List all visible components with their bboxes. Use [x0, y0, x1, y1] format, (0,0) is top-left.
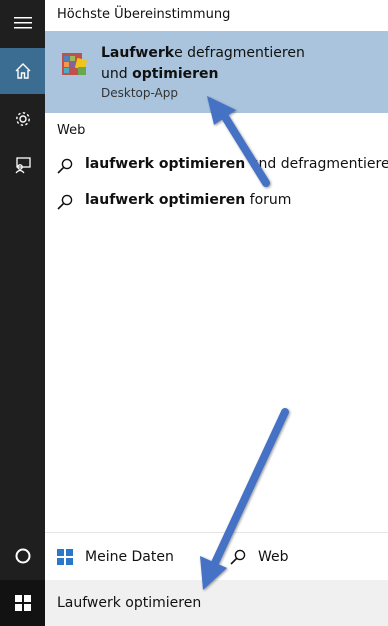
best-match-title-bold-1: Laufwerk	[101, 45, 175, 61]
best-match-title-prefix-2: und	[101, 66, 133, 82]
filter-my-data-label: Meine Daten	[85, 549, 174, 565]
hamburger-menu-icon	[13, 17, 32, 29]
cortana-circle-icon	[15, 548, 30, 564]
best-match-item[interactable]: Laufwerke defragmentieren und optimieren…	[45, 31, 388, 113]
windows-logo-icon	[14, 595, 31, 611]
cortana-button[interactable]	[0, 533, 45, 579]
web-header: Web	[57, 123, 86, 138]
feedback-button[interactable]	[0, 142, 45, 188]
web-suggestion-item[interactable]: laufwerk optimieren forum	[45, 185, 388, 219]
web-suggestion-rest: und defragmentieren	[245, 156, 388, 172]
best-match-title-rest-1: e defragmentieren	[174, 45, 305, 61]
web-suggestion-bold: laufwerk optimieren	[85, 156, 246, 172]
web-suggestion-rest: forum	[245, 192, 292, 208]
home-icon	[15, 63, 30, 79]
windows-logo-icon	[57, 549, 73, 565]
search-icon	[57, 194, 73, 210]
search-input[interactable]	[45, 580, 388, 626]
web-suggestion-text: laufwerk optimieren und defragmentieren	[85, 156, 388, 172]
filter-web-label: Web	[258, 549, 289, 565]
settings-button[interactable]	[0, 96, 45, 142]
home-button[interactable]	[0, 48, 45, 94]
gear-icon	[15, 112, 30, 126]
defrag-app-icon	[62, 53, 88, 75]
web-suggestion-item[interactable]: laufwerk optimieren und defragmentieren	[45, 149, 388, 183]
filter-web-button[interactable]: Web	[230, 533, 289, 581]
search-icon	[230, 549, 246, 565]
web-suggestion-bold: laufwerk optimieren	[85, 192, 246, 208]
feedback-icon	[14, 157, 31, 174]
search-box	[45, 580, 388, 626]
best-match-header: Höchste Übereinstimmung	[57, 7, 231, 22]
start-button[interactable]	[0, 580, 45, 626]
filter-bar: Meine Daten Web	[45, 532, 388, 581]
web-suggestion-text: laufwerk optimieren forum	[85, 192, 291, 208]
hamburger-menu-button[interactable]	[0, 0, 45, 46]
best-match-title: Laufwerke defragmentieren und optimieren	[101, 43, 371, 85]
filter-my-data-button[interactable]: Meine Daten	[57, 533, 174, 581]
results-panel: Höchste Übereinstimmung Laufwerke defrag…	[45, 0, 388, 580]
search-icon	[57, 158, 73, 174]
left-rail	[0, 0, 45, 626]
best-match-subtitle: Desktop-App	[101, 86, 178, 100]
best-match-title-bold-2: optimieren	[132, 66, 219, 82]
